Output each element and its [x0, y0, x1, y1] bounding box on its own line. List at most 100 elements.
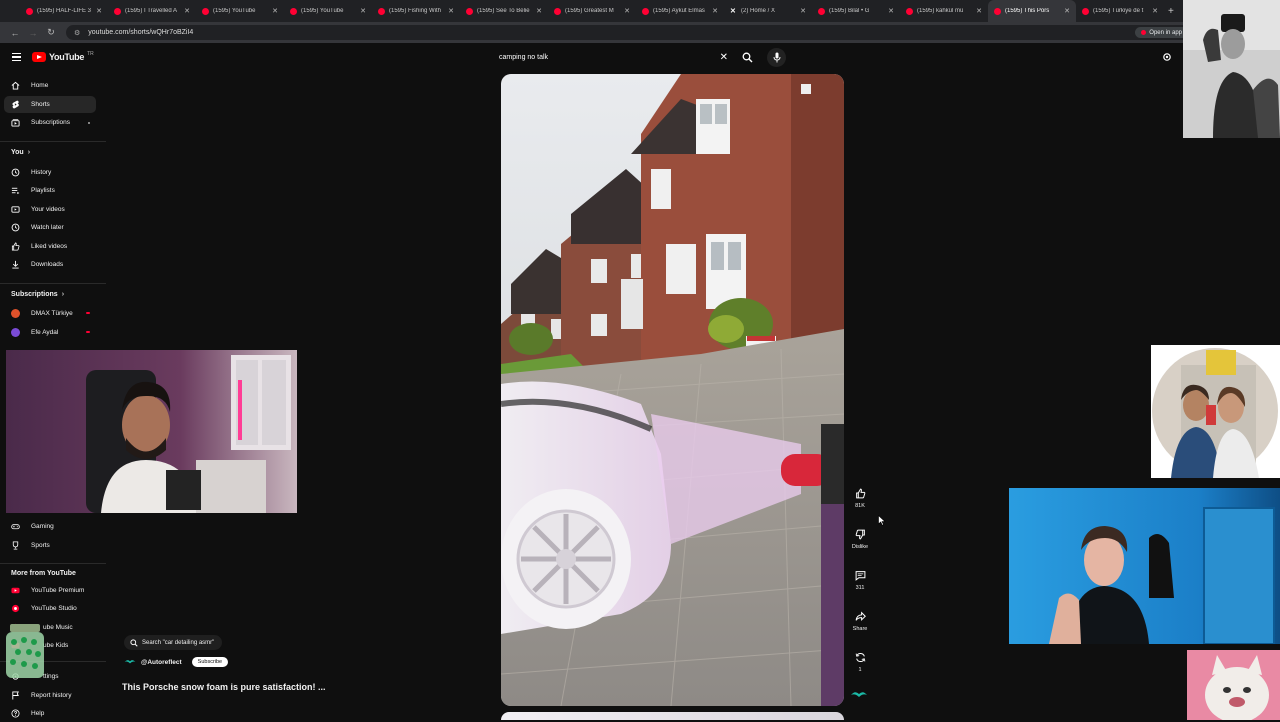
site-info-icon[interactable]: ⚙ — [74, 29, 80, 37]
sidebar-label: Gaming — [31, 523, 54, 530]
browser-tab[interactable]: (1595) YouTube ✕ — [284, 0, 372, 22]
close-tab-icon[interactable]: ✕ — [1152, 7, 1158, 15]
browser-toolbar: ← → ↻ ⚙ youtube.com/shorts/wQHr7oBZiI4 O… — [0, 22, 1280, 43]
sidebar-item-gaming[interactable]: Gaming — [4, 518, 96, 535]
browser-tab[interactable]: (1595) Fishing With ✕ — [372, 0, 460, 22]
tab-title: (1595) Türkiye de t — [1093, 8, 1144, 14]
sidebar-channel-efe-aydal[interactable]: Efe Aydal — [4, 324, 96, 341]
channel-thumbnail[interactable] — [850, 689, 868, 701]
close-tab-icon[interactable]: ✕ — [448, 7, 454, 15]
subscriptions-heading[interactable]: Subscriptions › — [11, 291, 64, 298]
tab-title: (1595) Bilal • G — [829, 8, 870, 14]
close-tab-icon[interactable]: ✕ — [976, 7, 982, 15]
back-icon[interactable]: ← — [6, 28, 24, 38]
comments-button[interactable]: 311 — [846, 566, 874, 591]
sidebar-item-home[interactable]: Home — [4, 77, 96, 94]
sidebar-item-watch-later[interactable]: Watch later — [4, 219, 96, 236]
close-tab-icon[interactable]: ✕ — [712, 7, 718, 15]
sidebar-channel-dmax[interactable]: DMAX Türkiye — [4, 305, 96, 322]
browser-tab[interactable]: (1595) Greatest M ✕ — [548, 0, 636, 22]
search-query: camping no talk — [499, 54, 549, 61]
close-tab-icon[interactable]: ✕ — [272, 7, 278, 15]
browser-tab[interactable]: (1595) YouTube ✕ — [196, 0, 284, 22]
search-suggestion-chip[interactable]: Search "car detailing asmr" — [124, 635, 223, 650]
share-button[interactable]: Share — [846, 607, 874, 632]
search-button[interactable] — [738, 48, 756, 67]
youtube-header: YouTube TR camping no talk ✕ — [0, 43, 1280, 73]
sidebar-item-liked-videos[interactable]: Liked videos — [4, 238, 96, 255]
sidebar-item-your-videos[interactable]: Your videos — [4, 201, 96, 218]
search-input[interactable]: camping no talk ✕ — [492, 48, 735, 67]
guest-photo-overlay — [1151, 345, 1280, 478]
browser-tab[interactable]: (1595) I Travelled A ✕ — [108, 0, 196, 22]
open-in-app-button[interactable]: Open in app — [1135, 27, 1188, 38]
tab-title: (1595) Aykut Elmas — [653, 8, 705, 14]
create-icon[interactable] — [1162, 52, 1172, 62]
cat-image — [1187, 650, 1280, 720]
address-bar[interactable]: ⚙ youtube.com/shorts/wQHr7oBZiI4 Open in… — [66, 25, 1206, 40]
sidebar-item-subscriptions[interactable]: Subscriptions — [4, 114, 96, 131]
shorts-icon — [12, 100, 19, 109]
sidebar-item-help[interactable]: Help — [4, 705, 96, 722]
sidebar-label: Sports — [31, 542, 50, 549]
mouse-cursor-icon — [878, 515, 886, 526]
channel-avatar — [11, 309, 20, 318]
tab-title: (1595) This Pors — [1005, 8, 1050, 14]
close-tab-icon[interactable]: ✕ — [96, 7, 102, 15]
subscribe-button[interactable]: Subscribe — [191, 657, 229, 667]
comment-count: 311 — [855, 585, 865, 591]
youtube-icon — [290, 7, 297, 15]
channel-avatar — [11, 328, 20, 337]
browser-tab[interactable]: (1595) Bilal • G ✕ — [812, 0, 900, 22]
like-button[interactable]: 81K — [846, 484, 874, 509]
mic-icon — [773, 52, 780, 63]
youtube-play-icon — [32, 52, 46, 62]
remix-button[interactable]: 1 — [846, 648, 874, 673]
browser-tab[interactable]: (1595) See To Belie ✕ — [460, 0, 548, 22]
history-icon — [11, 168, 20, 177]
sidebar-item-youtube-studio[interactable]: YouTube Studio — [4, 600, 96, 617]
browser-tab[interactable]: (1595) HALF-LIFE 3 ✕ — [20, 0, 108, 22]
open-in-app-label: Open in app — [1149, 29, 1182, 36]
youtube-icon — [1082, 7, 1089, 15]
clear-search-icon[interactable]: ✕ — [720, 52, 728, 63]
close-tab-icon[interactable]: ✕ — [888, 7, 894, 15]
sidebar-item-downloads[interactable]: Downloads — [4, 256, 96, 273]
browser-tab[interactable]: (1595) Türkiye de t ✕ — [1076, 0, 1164, 22]
short-video-player[interactable] — [501, 74, 844, 706]
channel-avatar[interactable] — [123, 658, 137, 666]
close-tab-icon[interactable]: ✕ — [624, 7, 630, 15]
close-tab-icon[interactable]: ✕ — [1064, 7, 1070, 15]
new-tab-icon[interactable]: + — [1168, 6, 1174, 17]
forward-icon[interactable]: → — [24, 28, 42, 38]
sidebar-item-report-history[interactable]: Report history — [4, 687, 96, 704]
help-icon — [11, 709, 20, 718]
menu-icon[interactable] — [12, 53, 21, 61]
close-tab-icon[interactable]: ✕ — [184, 7, 190, 15]
close-tab-icon[interactable]: ✕ — [536, 7, 542, 15]
youtube-logo[interactable]: YouTube TR — [32, 51, 94, 62]
short-title[interactable]: This Porsche snow foam is pure satisfact… — [122, 682, 326, 692]
next-short-preview[interactable] — [501, 712, 844, 720]
browser-tab[interactable]: (1595) kahkül mü ✕ — [900, 0, 988, 22]
sidebar-item-youtube-premium[interactable]: YouTube Premium — [4, 582, 96, 599]
sidebar-item-playlists[interactable]: Playlists — [4, 182, 96, 199]
sidebar-divider — [0, 141, 106, 142]
dislike-button[interactable]: Dislike — [846, 525, 874, 550]
channel-name[interactable]: @Autoreflect — [141, 659, 182, 666]
sports-icon — [12, 541, 19, 550]
you-heading[interactable]: You › — [11, 149, 30, 156]
sidebar-label: Efe Aydal — [31, 329, 59, 336]
close-tab-icon[interactable]: ✕ — [800, 7, 806, 15]
close-tab-icon[interactable]: ✕ — [360, 7, 366, 15]
browser-tab[interactable]: (1595) This Pors ✕ — [988, 0, 1076, 22]
sidebar-item-history[interactable]: History — [4, 164, 96, 181]
browser-tab[interactable]: (1595) Aykut Elmas ✕ — [636, 0, 724, 22]
sidebar-item-sports[interactable]: Sports — [4, 537, 96, 554]
reload-icon[interactable]: ↻ — [42, 27, 60, 38]
tab-title: (1595) YouTube — [301, 8, 344, 14]
jar-sticker — [6, 624, 44, 678]
voice-search-button[interactable] — [767, 48, 786, 67]
browser-tab[interactable]: ✕ (2) Home / X ✕ — [724, 0, 812, 22]
sidebar-item-shorts[interactable]: Shorts — [4, 96, 96, 113]
